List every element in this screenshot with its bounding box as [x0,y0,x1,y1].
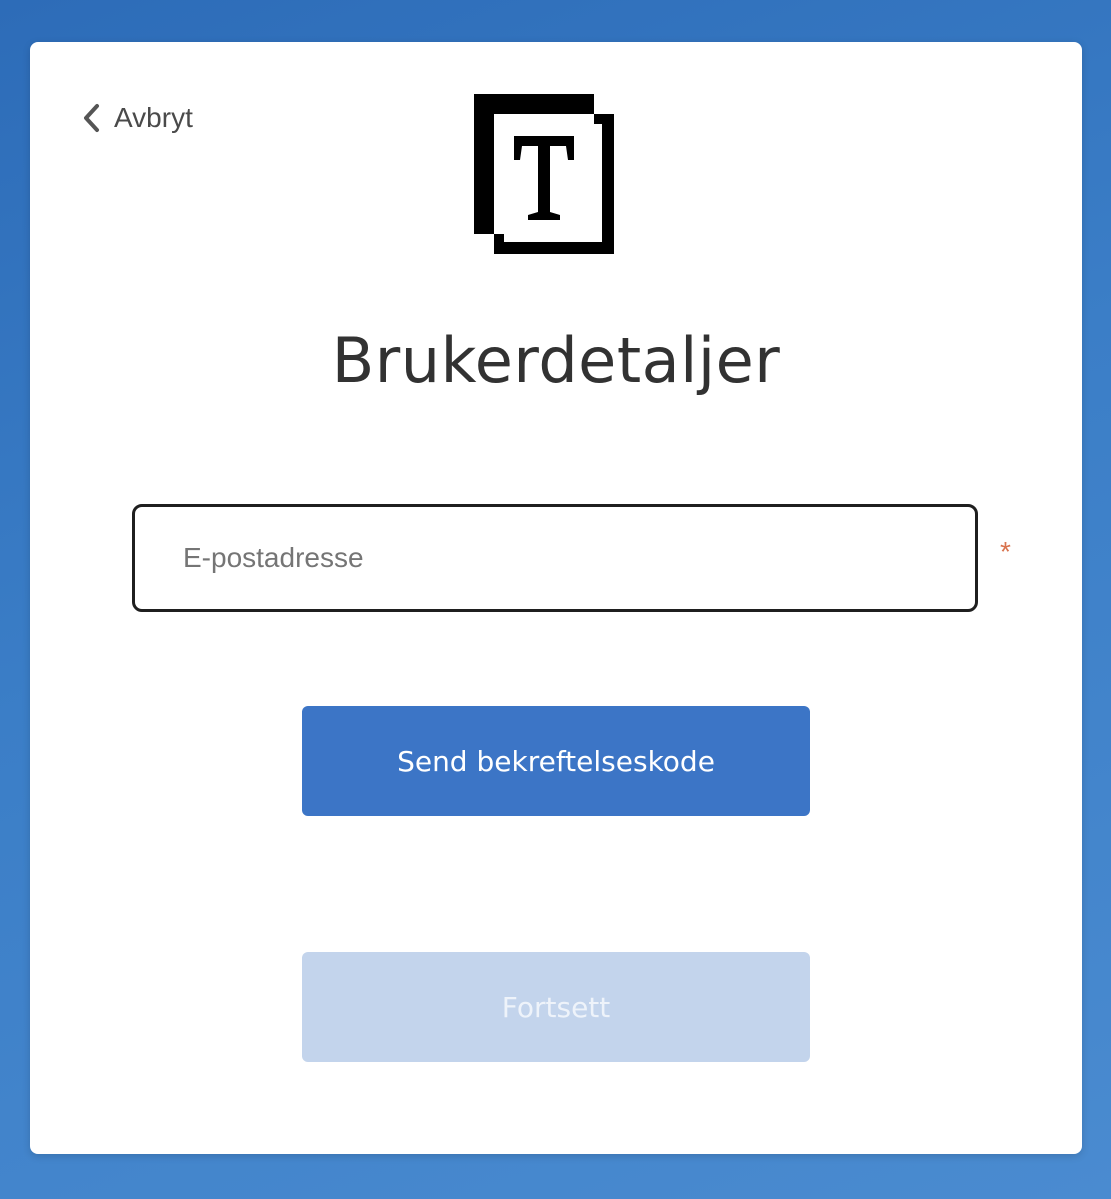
page-title: Brukerdetaljer [331,324,781,397]
send-code-button[interactable]: Send bekreftelseskode [302,706,810,816]
continue-button[interactable]: Fortsett [302,952,810,1062]
cancel-label: Avbryt [114,102,193,133]
t-logo-icon [474,94,614,254]
chevron-left-icon [84,104,99,132]
login-card: Avbryt Brukerdetaljer * Send bekreftelse… [30,42,1082,1154]
email-field[interactable] [132,504,978,612]
required-marker: * [1000,536,1011,567]
cancel-link[interactable]: Avbryt [82,102,193,134]
